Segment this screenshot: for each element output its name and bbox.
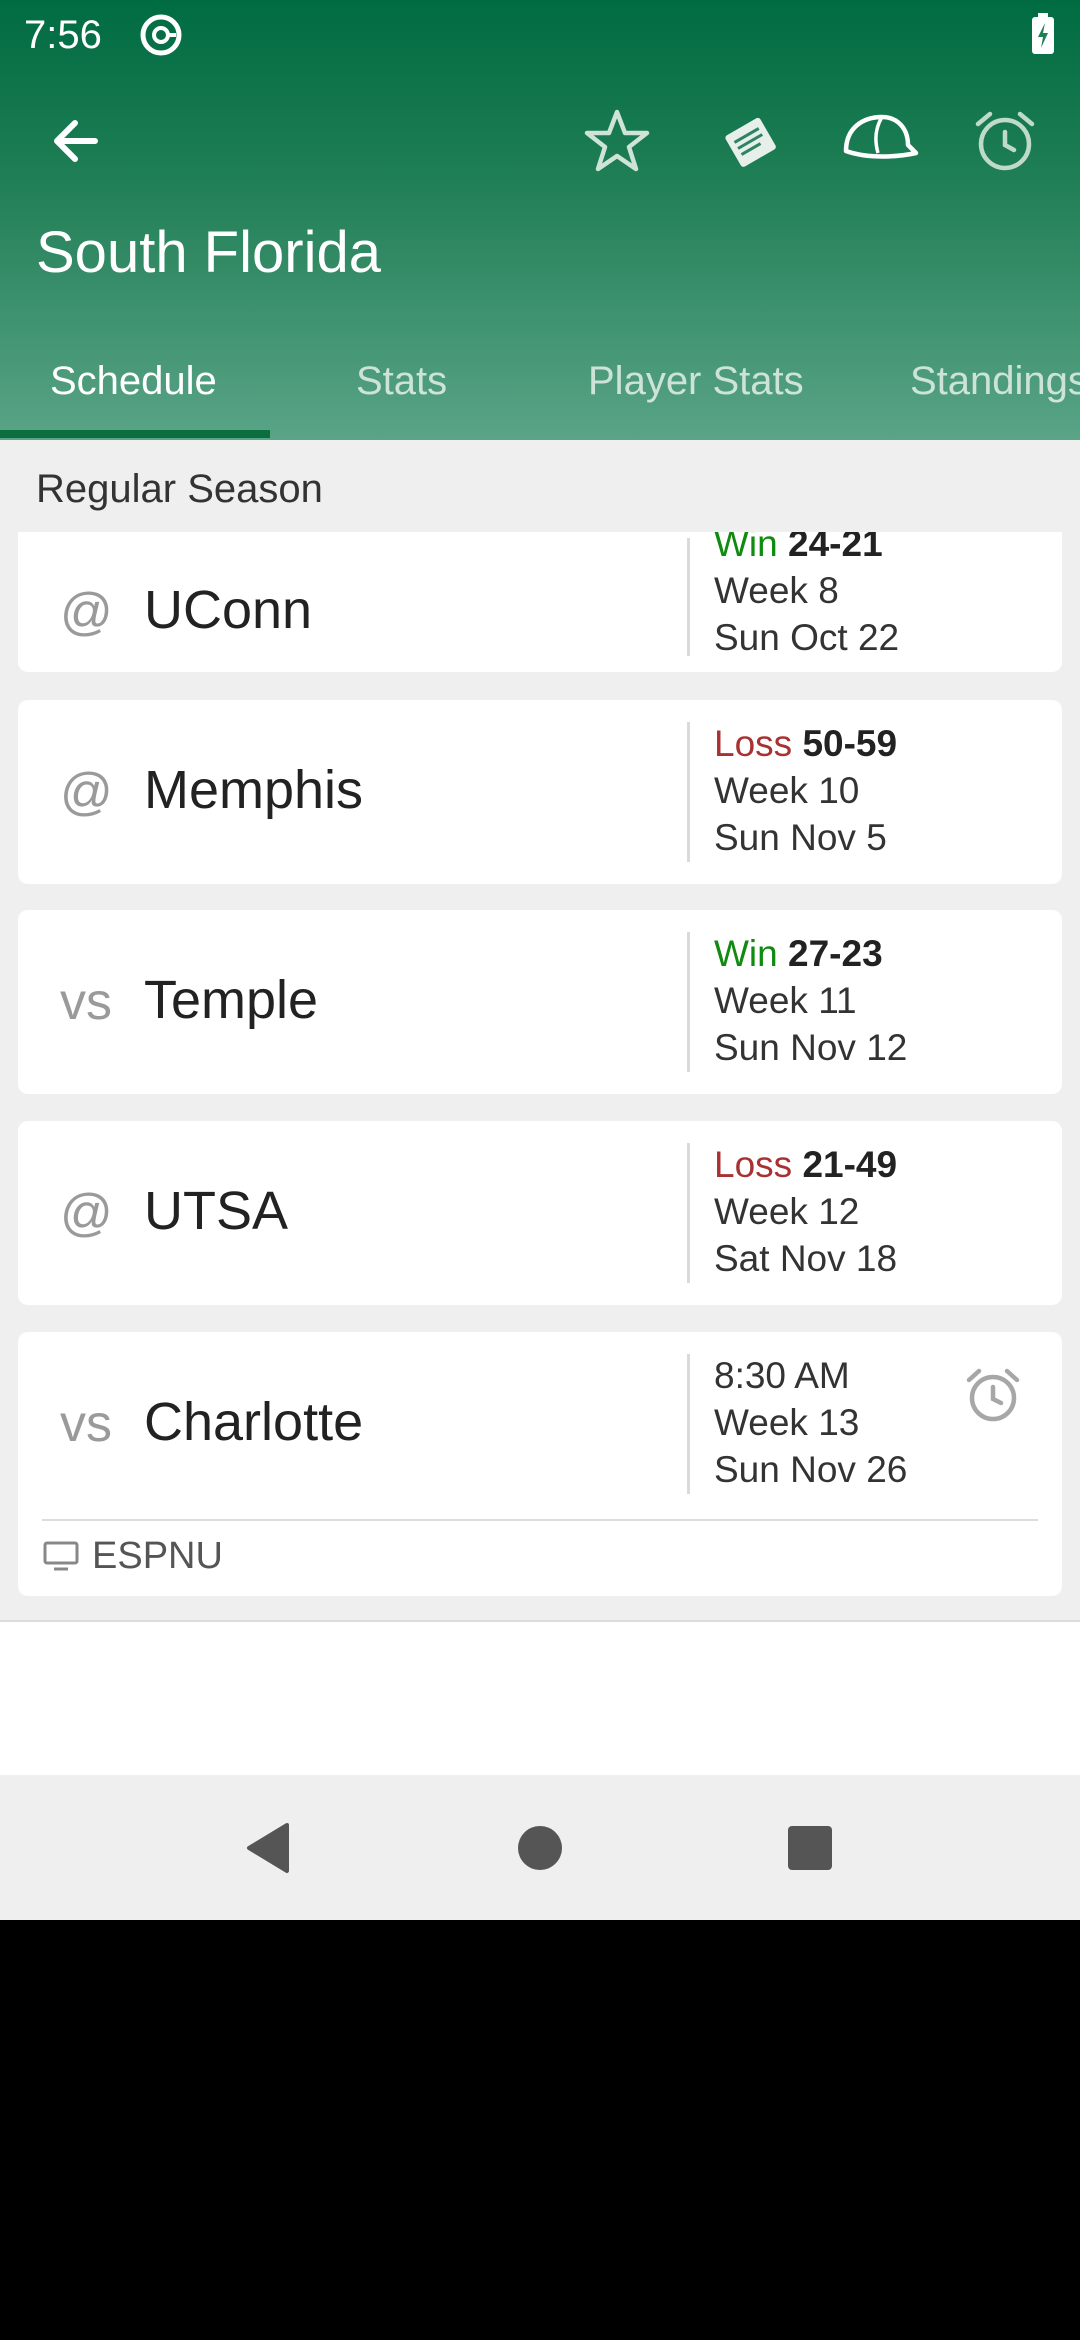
game-card[interactable]: vs Charlotte 8:30 AM Week 13 Sun Nov 26 … [18,1332,1062,1596]
tab-indicator [0,430,270,438]
card-divider [687,1143,690,1283]
opponent-name: Temple [144,970,319,1030]
tab-schedule[interactable]: Schedule [50,352,217,410]
game-card[interactable]: vs Temple Win 27-23 Week 11 Sun Nov 12 [18,910,1062,1094]
tab-stats[interactable]: Stats [356,352,447,410]
game-result: Loss [714,1144,793,1185]
game-prefix: vs [60,973,112,1031]
nav-recents-button[interactable] [770,1815,850,1885]
game-prefix: @ [60,583,113,641]
status-bar: 7:56 [0,0,1080,70]
game-date: Sun Oct 22 [714,617,900,658]
tab-standings[interactable]: Standings [910,352,1080,410]
recents-square-icon [786,1824,834,1877]
tv-network-label: ESPNU [92,1535,223,1577]
opponent-name: Memphis [144,760,364,820]
game-result: Loss [714,723,793,764]
app-header: 7:56 South Florida Schedule Stats Player… [0,0,1080,440]
game-card[interactable]: @ UConn Win 24-21 Week 8 Sun Oct 22 [18,532,1062,672]
game-date: Sun Nov 26 [714,1449,908,1490]
game-week: Week 12 [714,1191,860,1232]
cap-button[interactable] [836,100,922,186]
back-button[interactable] [32,100,118,186]
game-score: 50-59 [802,723,898,764]
section-title: Regular Season [36,467,323,511]
status-time: 7:56 [24,13,102,57]
page-title: South Florida [36,220,381,285]
game-week: Week 8 [714,570,839,611]
game-score: 24-21 [788,532,883,564]
opponent-name: Charlotte [144,1392,364,1452]
arrow-left-icon [47,113,103,174]
opponent-name: UTSA [144,1181,289,1241]
set-alarm-button[interactable] [958,1362,1028,1432]
game-score: 27-23 [788,933,883,974]
opponent-name: UConn [144,580,313,640]
game-info: Loss 21-49 Week 12 Sat Nov 18 [714,1141,897,1282]
game-week: Week 13 [714,1402,860,1443]
game-info: Win 24-21 Week 8 Sun Oct 22 [714,532,899,661]
next-section-panel [0,1620,1080,1775]
alarm-button[interactable] [962,100,1048,186]
alarm-clock-icon [963,1365,1023,1430]
card-divider [687,1354,690,1494]
section-header: Regular Season [0,440,1080,532]
game-info: 8:30 AM Week 13 Sun Nov 26 [714,1352,907,1493]
tab-player-stats[interactable]: Player Stats [588,352,804,410]
tv-network: ESPNU [42,1532,223,1580]
game-card[interactable]: @ UTSA Loss 21-49 Week 12 Sat Nov 18 [18,1121,1062,1305]
game-info: Win 27-23 Week 11 Sun Nov 12 [714,930,907,1071]
battery-charging-icon [1030,12,1056,61]
card-divider [687,932,690,1072]
favorite-button[interactable] [574,100,660,186]
card-divider [687,538,690,656]
game-list[interactable]: @ UConn Win 24-21 Week 8 Sun Oct 22 @ Me… [0,532,1080,1775]
nav-home-button[interactable] [500,1815,580,1885]
game-prefix: vs [60,1395,112,1453]
game-date: Sun Nov 5 [714,817,887,858]
game-prefix: @ [60,763,113,821]
game-date: Sat Nov 18 [714,1238,898,1279]
card-divider [687,722,690,862]
game-result: Win [714,532,778,564]
app-screen: 7:56 South Florida Schedule Stats Player… [0,0,1080,1920]
game-card[interactable]: @ Memphis Loss 50-59 Week 10 Sun Nov 5 [18,700,1062,884]
game-time: 8:30 AM [714,1355,850,1396]
alarm-clock-icon [972,108,1038,179]
system-nav-bar [0,1775,1080,1920]
cap-icon [838,111,920,176]
game-score: 21-49 [802,1144,898,1185]
nav-back-button[interactable] [228,1815,308,1885]
game-week: Week 11 [714,980,857,1021]
game-info: Loss 50-59 Week 10 Sun Nov 5 [714,720,897,861]
card-row-divider [42,1519,1038,1521]
home-circle-icon [517,1825,563,1876]
game-date: Sun Nov 12 [714,1027,908,1068]
tv-icon [42,1540,80,1572]
back-triangle-icon [243,1821,293,1880]
game-result: Win [714,933,778,974]
star-icon [582,106,652,181]
tickets-button[interactable] [708,100,794,186]
game-prefix: @ [60,1184,113,1242]
at-sign-icon [138,12,184,63]
game-week: Week 10 [714,770,860,811]
tickets-icon [718,108,784,179]
